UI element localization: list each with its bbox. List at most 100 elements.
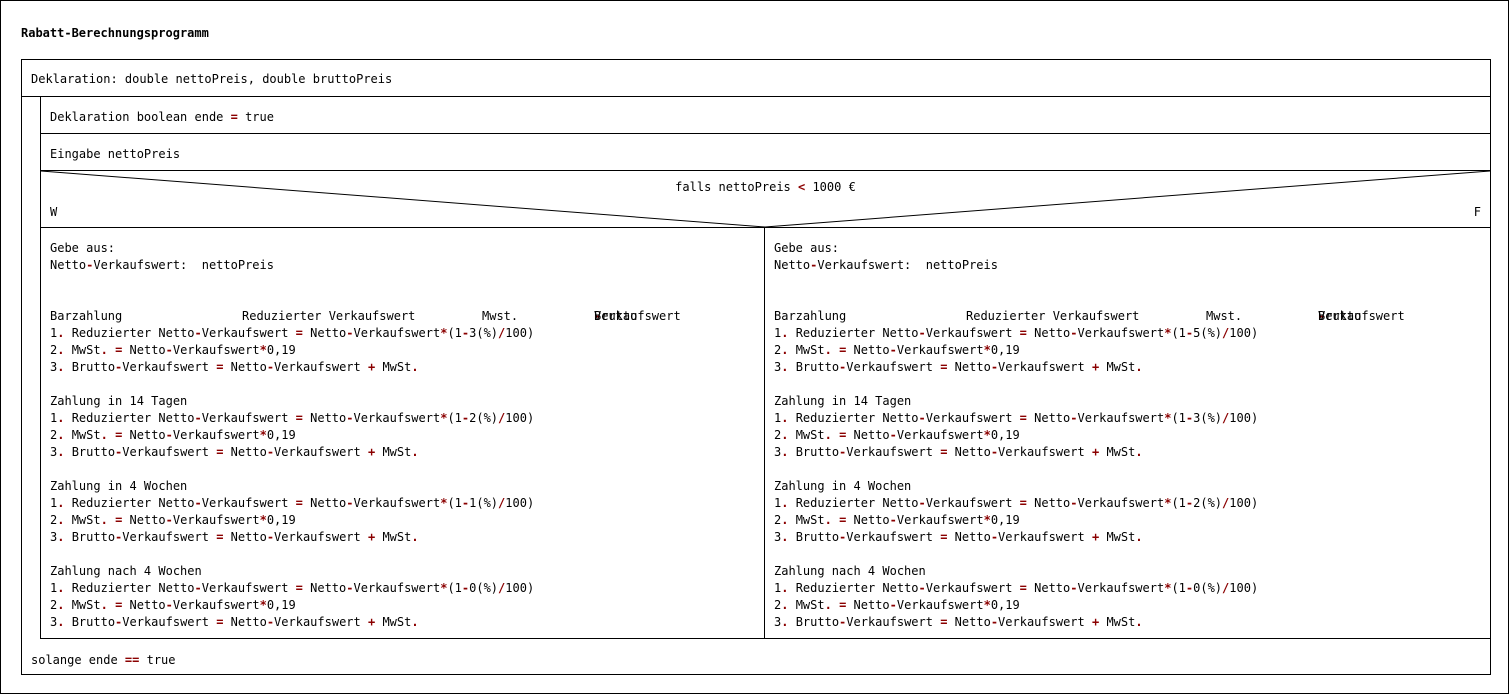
dash-operator: -: [1070, 496, 1078, 510]
formula-text: Reduzierter Netto: [788, 326, 919, 340]
section-heading: Zahlung in 4 Wochen: [774, 478, 1490, 495]
formula-text: Netto: [122, 428, 166, 442]
formula-text: MwSt: [788, 513, 825, 527]
formula-text: MwSt: [1099, 530, 1136, 544]
dash-operator: -: [889, 598, 897, 612]
formula-text: Verkaufswert: [274, 530, 361, 544]
section-heading-text: Zahlung in 4 Wochen: [50, 479, 188, 493]
section-heading-text: Zahlung in 4 Wochen: [774, 479, 912, 493]
dot-operator: .: [824, 428, 832, 442]
output-label-text: Gebe aus:: [50, 241, 116, 255]
dash-operator: -: [194, 411, 202, 425]
formula-text: (%): [1200, 581, 1223, 595]
multiply-operator: *: [983, 428, 991, 442]
dot-operator: .: [1135, 530, 1143, 544]
formula-text: Verkaufswert: [896, 343, 984, 357]
formula-text: 100): [505, 581, 535, 595]
column-header-vat: Mwst.: [1206, 309, 1243, 323]
dash-operator: -: [165, 343, 173, 357]
multiply-operator: *: [259, 598, 267, 612]
dot-operator: .: [411, 445, 419, 459]
formula-text: 100): [505, 326, 535, 340]
formula-text: Netto: [223, 360, 267, 374]
formula-text: Brutto: [64, 615, 116, 629]
dot-operator: .: [411, 530, 419, 544]
condition-value: 1000 €: [805, 180, 856, 194]
formula-gross: 3. Brutto-Verkaufswert = Netto-Verkaufsw…: [50, 444, 764, 461]
formula-text: (1: [1171, 496, 1186, 510]
dot-operator: .: [1135, 360, 1143, 374]
formula-text: Verkaufswert: [172, 513, 260, 527]
formula-text: Reduzierter Netto: [788, 496, 919, 510]
dash-operator: -: [1070, 326, 1078, 340]
formula-reduced: 1. Reduzierter Netto-Verkaufswert = Nett…: [774, 495, 1490, 512]
formula-text: MwSt: [1099, 445, 1136, 459]
dash-operator: -: [990, 615, 999, 629]
section-heading: Zahlung in 4 Wochen: [50, 478, 764, 495]
formula-text: Verkaufswert: [353, 496, 441, 510]
formula-reduced: 1. Reduzierter Netto-Verkaufswert = Nett…: [50, 410, 764, 427]
formula-text: Verkaufswert: [201, 581, 296, 595]
formula-text: 0,19: [266, 428, 296, 442]
column-header-vat: Mwst.: [482, 309, 519, 323]
dash-operator: -: [346, 326, 354, 340]
netto-label: Netto: [50, 258, 87, 272]
formula-text: Verkaufswert: [896, 428, 984, 442]
formula-text: 100): [1229, 411, 1259, 425]
false-branch-label: F: [1473, 205, 1481, 219]
formula-text: (%): [476, 411, 499, 425]
formula-text: Netto: [302, 496, 347, 510]
multiply-operator: *: [983, 343, 991, 357]
formula-text: Brutto: [64, 530, 116, 544]
dash-operator: -: [889, 343, 897, 357]
dash-operator: -: [918, 326, 926, 340]
formula-text: MwSt: [788, 598, 825, 612]
dash-operator: -: [1070, 411, 1078, 425]
formula-text: Verkaufswert: [201, 326, 296, 340]
formula-text: Netto: [302, 581, 347, 595]
section-heading: Zahlung in 14 Tagen: [50, 393, 764, 410]
input-block: Eingabe nettoPreis: [41, 134, 1491, 171]
formula-text: Reduzierter Netto: [64, 326, 195, 340]
formula-vat: 2. MwSt. = Netto-Verkaufswert*0,19: [50, 597, 764, 614]
false-branch: Gebe aus: Netto-Verkaufswert: nettoPreis B…: [765, 228, 1490, 638]
dash-operator: -: [346, 496, 354, 510]
dot-operator: .: [100, 598, 108, 612]
section-heading-text: Zahlung in 14 Tagen: [774, 394, 912, 408]
dash-operator: -: [346, 581, 354, 595]
formula-text: MwSt: [64, 343, 101, 357]
formula-text: Brutto: [788, 615, 840, 629]
dot-operator: .: [100, 343, 108, 357]
dot-operator: .: [824, 513, 832, 527]
formula-vat: 2. MwSt. = Netto-Verkaufswert*0,19: [50, 342, 764, 359]
formula-text: Netto: [1026, 326, 1071, 340]
formula-text: Verkaufswert: [1077, 496, 1165, 510]
formula-text: Netto: [947, 615, 991, 629]
formula-text: (1: [447, 326, 462, 340]
formula-gross: 3. Brutto-Verkaufswert = Netto-Verkaufsw…: [50, 529, 764, 546]
ende-declaration-value: true: [237, 110, 274, 124]
dot-operator: .: [411, 615, 419, 629]
dot-operator: .: [411, 360, 419, 374]
dash-operator: -: [165, 598, 173, 612]
formula-text: Netto: [846, 513, 890, 527]
column-header-payment: Barzahlung: [50, 309, 123, 323]
dot-operator: .: [100, 428, 108, 442]
formula-text: MwSt: [788, 428, 825, 442]
formula-text: Verkaufswert: [896, 513, 984, 527]
multiply-operator: *: [983, 513, 991, 527]
formula-text: (%): [1200, 411, 1223, 425]
formula-text: Reduzierter Netto: [64, 581, 195, 595]
formula-text: MwSt: [375, 615, 412, 629]
dash-operator: -: [266, 615, 275, 629]
formula-text: Verkaufswert: [925, 411, 1020, 425]
dash-operator: -: [990, 360, 999, 374]
formula-text: Brutto: [64, 445, 116, 459]
formula-text: Reduzierter Netto: [64, 496, 195, 510]
section-heading: Zahlung nach 4 Wochen: [50, 563, 764, 580]
